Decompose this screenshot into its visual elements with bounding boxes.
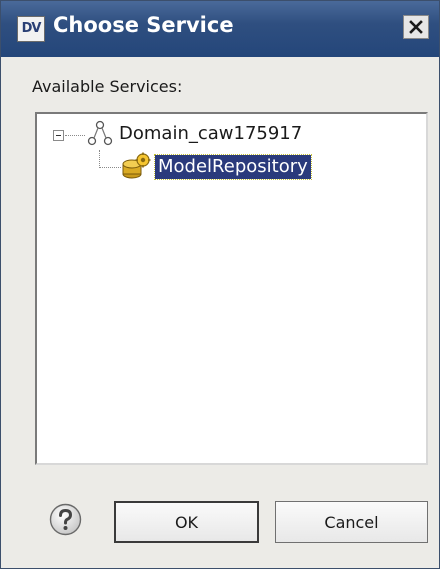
ok-button[interactable]: OK (114, 501, 259, 543)
choose-service-dialog: DV Choose Service Available Services: Do… (0, 0, 440, 569)
collapse-toggle-icon[interactable] (53, 130, 64, 141)
tree-node-domain[interactable]: Domain_caw175917 (119, 123, 302, 144)
close-button[interactable] (403, 15, 429, 39)
close-icon (409, 20, 423, 34)
model-repository-icon (122, 152, 151, 179)
dialog-title: Choose Service (53, 13, 234, 37)
cancel-button[interactable]: Cancel (275, 501, 428, 543)
domain-network-icon (87, 120, 113, 146)
tree-connector-vertical (99, 150, 100, 168)
tree-connector-line (99, 167, 121, 168)
tree-node-model-repository[interactable]: ModelRepository (154, 154, 312, 180)
help-question-icon[interactable] (49, 503, 82, 536)
available-services-label: Available Services: (32, 77, 183, 96)
tree-connector-line (65, 135, 85, 136)
app-dv-icon: DV (17, 16, 45, 42)
title-bar[interactable]: DV Choose Service (1, 1, 439, 57)
services-tree[interactable]: Domain_caw175917 ModelRepository (35, 112, 428, 465)
